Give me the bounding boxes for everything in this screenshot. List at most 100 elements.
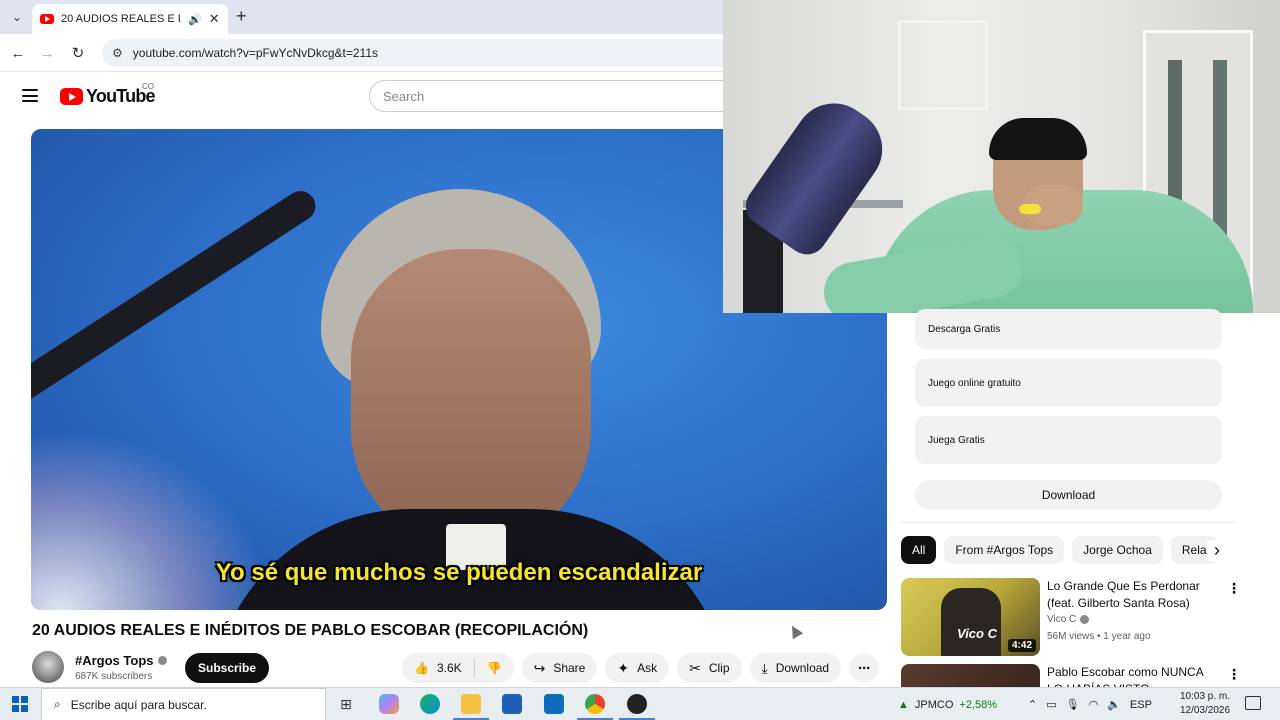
chrome-icon[interactable] — [585, 694, 605, 714]
filter-chip-jorge-ochoa[interactable]: Jorge Ochoa — [1072, 536, 1163, 564]
close-icon[interactable]: ✕ — [209, 11, 220, 27]
ad-option[interactable]: Juego online gratuito — [915, 359, 1222, 407]
channel-name-row[interactable]: #Argos Tops — [75, 653, 167, 668]
ad-option[interactable]: Juega Gratis — [915, 416, 1222, 464]
thumbs-up-icon: 👍 — [414, 661, 429, 675]
menu-icon[interactable] — [22, 89, 38, 102]
share-button[interactable]: ↪ Share — [521, 653, 598, 683]
system-tray: ⌃ ▭ 🎙 ◠ 🔈 ESP — [1028, 688, 1152, 720]
microphone-icon[interactable]: 🎙 — [1066, 698, 1080, 711]
chevron-up-icon[interactable]: ⌃ — [1028, 698, 1037, 711]
subscriber-count: 687K subscribers — [75, 671, 153, 682]
channel-name: #Argos Tops — [75, 653, 154, 668]
thumbs-down-icon: 👎 — [486, 661, 502, 675]
more-vert-icon[interactable]: ⋮ — [1227, 666, 1241, 683]
video-thumbnail[interactable]: Vico C 4:42 — [901, 578, 1040, 656]
channel-avatar[interactable] — [32, 651, 64, 683]
address-bar[interactable]: ⚙ youtube.com/watch?v=pFwYcNvDkcg&t=211s — [102, 39, 802, 67]
file-explorer-icon[interactable] — [461, 694, 481, 714]
youtube-logo[interactable]: YouTube CO — [60, 82, 156, 107]
display-icon[interactable]: ▭ — [1046, 698, 1056, 711]
task-view-icon[interactable]: ⊞ — [336, 694, 356, 714]
stock-change: +2,58% — [959, 698, 998, 711]
wall-panel — [898, 20, 988, 110]
browser-tab[interactable]: 20 AUDIOS REALES E INÉDI 🔊 ✕ — [32, 4, 228, 34]
wifi-icon[interactable]: ◠ — [1089, 698, 1099, 711]
clock[interactable]: 10:03 p. m. 12/03/2026 — [1175, 690, 1235, 718]
ad-options-panel: Descarga Gratis Juego online gratuito Ju… — [901, 309, 1235, 523]
download-icon: ⤓ — [761, 659, 768, 676]
filter-chip-all[interactable]: All — [901, 536, 937, 564]
clip-button[interactable]: ✂ Clip — [677, 653, 742, 683]
trend-up-icon: ▲ — [898, 698, 909, 711]
held-object — [1019, 204, 1041, 214]
clip-label: Clip — [708, 661, 730, 675]
video-figure-face — [351, 249, 591, 549]
recommendation-meta: 56M views • 1 year ago — [1047, 631, 1151, 642]
verified-icon — [1080, 615, 1090, 624]
ad-download-button[interactable]: Download — [915, 480, 1222, 510]
more-actions-button[interactable]: ⋯ — [849, 653, 880, 683]
url-text: youtube.com/watch?v=pFwYcNvDkcg&t=211s — [132, 46, 378, 60]
share-icon: ↪ — [533, 659, 546, 676]
stock-widget[interactable]: ▲ JPMCO +2,58% — [898, 688, 997, 720]
plus-icon[interactable]: + — [236, 7, 247, 25]
youtube-play-icon — [60, 88, 83, 105]
language-indicator[interactable]: ESP — [1130, 699, 1152, 711]
verified-icon — [157, 656, 167, 665]
obs-icon[interactable] — [627, 694, 647, 714]
thumbnail-brand: Vico C — [957, 626, 997, 641]
download-label: Download — [775, 661, 830, 675]
volume-icon[interactable]: 🔈 — [1107, 698, 1121, 711]
taskbar: ⌕ Escribe aquí para buscar. ⊞ ▲ JPMCO +2… — [0, 687, 1280, 720]
mouse-cursor — [786, 622, 804, 640]
ask-label: Ask — [637, 661, 658, 675]
like-dislike-group: 👍 3.6K 👎 — [402, 653, 514, 683]
duration-badge: 4:42 — [1007, 639, 1036, 652]
like-count: 3.6K — [436, 661, 462, 675]
thumbnail-figure — [941, 588, 1001, 656]
recommendation-item[interactable]: Pablo Escobar como NUNCA LO HABÍAS VISTO… — [901, 664, 1241, 687]
like-button[interactable]: 👍 3.6K — [402, 653, 474, 683]
chevron-right-icon[interactable]: › — [1207, 540, 1227, 561]
recommendation-channel[interactable]: Vico C — [1047, 614, 1090, 625]
chevron-down-icon[interactable]: ⌄ — [6, 7, 28, 27]
outlook-icon[interactable] — [544, 694, 564, 714]
more-vert-icon[interactable]: ⋮ — [1227, 580, 1241, 597]
edge-icon[interactable] — [420, 694, 440, 714]
sparkle-icon: ✦ — [617, 659, 630, 676]
video-thumbnail[interactable] — [901, 664, 1040, 687]
scissors-icon: ✂ — [689, 659, 701, 676]
recommendation-title[interactable]: Pablo Escobar como NUNCA LO HABÍAS VISTO — [1047, 664, 1221, 687]
copilot-icon[interactable] — [379, 694, 399, 714]
store-icon[interactable] — [502, 694, 522, 714]
speaker-icon[interactable]: 🔊 — [188, 13, 202, 26]
ask-button[interactable]: ✦ Ask — [605, 653, 670, 683]
windows-start-icon[interactable] — [12, 696, 28, 712]
recommendation-filters: All From #Argos Tops Jorge Ochoa Rela — [901, 536, 1235, 564]
owner-row: #Argos Tops 687K subscribers Subscribe 👍… — [32, 651, 892, 685]
dislike-button[interactable]: 👎 — [475, 653, 514, 683]
forward-arrow-icon[interactable]: → — [36, 42, 58, 64]
recommendation-item[interactable]: Vico C 4:42 Lo Grande Que Es Perdonar (f… — [901, 578, 1241, 656]
share-label: Share — [553, 661, 586, 675]
channel-name: Vico C — [1047, 614, 1077, 625]
time: 10:03 p. m. — [1179, 691, 1231, 702]
search-icon: ⌕ — [54, 697, 61, 711]
filter-chip-channel[interactable]: From #Argos Tops — [944, 536, 1065, 564]
notification-icon[interactable] — [1245, 696, 1261, 710]
reload-icon[interactable]: ↻ — [67, 42, 89, 64]
tune-icon[interactable]: ⚙ — [112, 46, 123, 60]
subscribe-button[interactable]: Subscribe — [185, 653, 270, 683]
download-button[interactable]: ⤓ Download — [749, 653, 842, 683]
video-subtitle: Yo sé que muchos se pueden escandalizar — [215, 559, 703, 586]
recommendation-title[interactable]: Lo Grande Que Es Perdonar (feat. Gilbert… — [1047, 578, 1221, 612]
taskbar-search-placeholder: Escribe aquí para buscar. — [70, 697, 207, 712]
back-arrow-icon[interactable]: ← — [7, 42, 29, 64]
ad-option[interactable]: Descarga Gratis — [915, 309, 1222, 349]
tab-title: 20 AUDIOS REALES E INÉDI — [61, 13, 181, 25]
webcam-overlay — [723, 0, 1280, 313]
screen: ⌄ 20 AUDIOS REALES E INÉDI 🔊 ✕ + ← → ↻ ⚙… — [0, 0, 1280, 720]
search-input[interactable]: Search — [369, 80, 769, 112]
taskbar-search[interactable]: ⌕ Escribe aquí para buscar. — [41, 688, 326, 720]
